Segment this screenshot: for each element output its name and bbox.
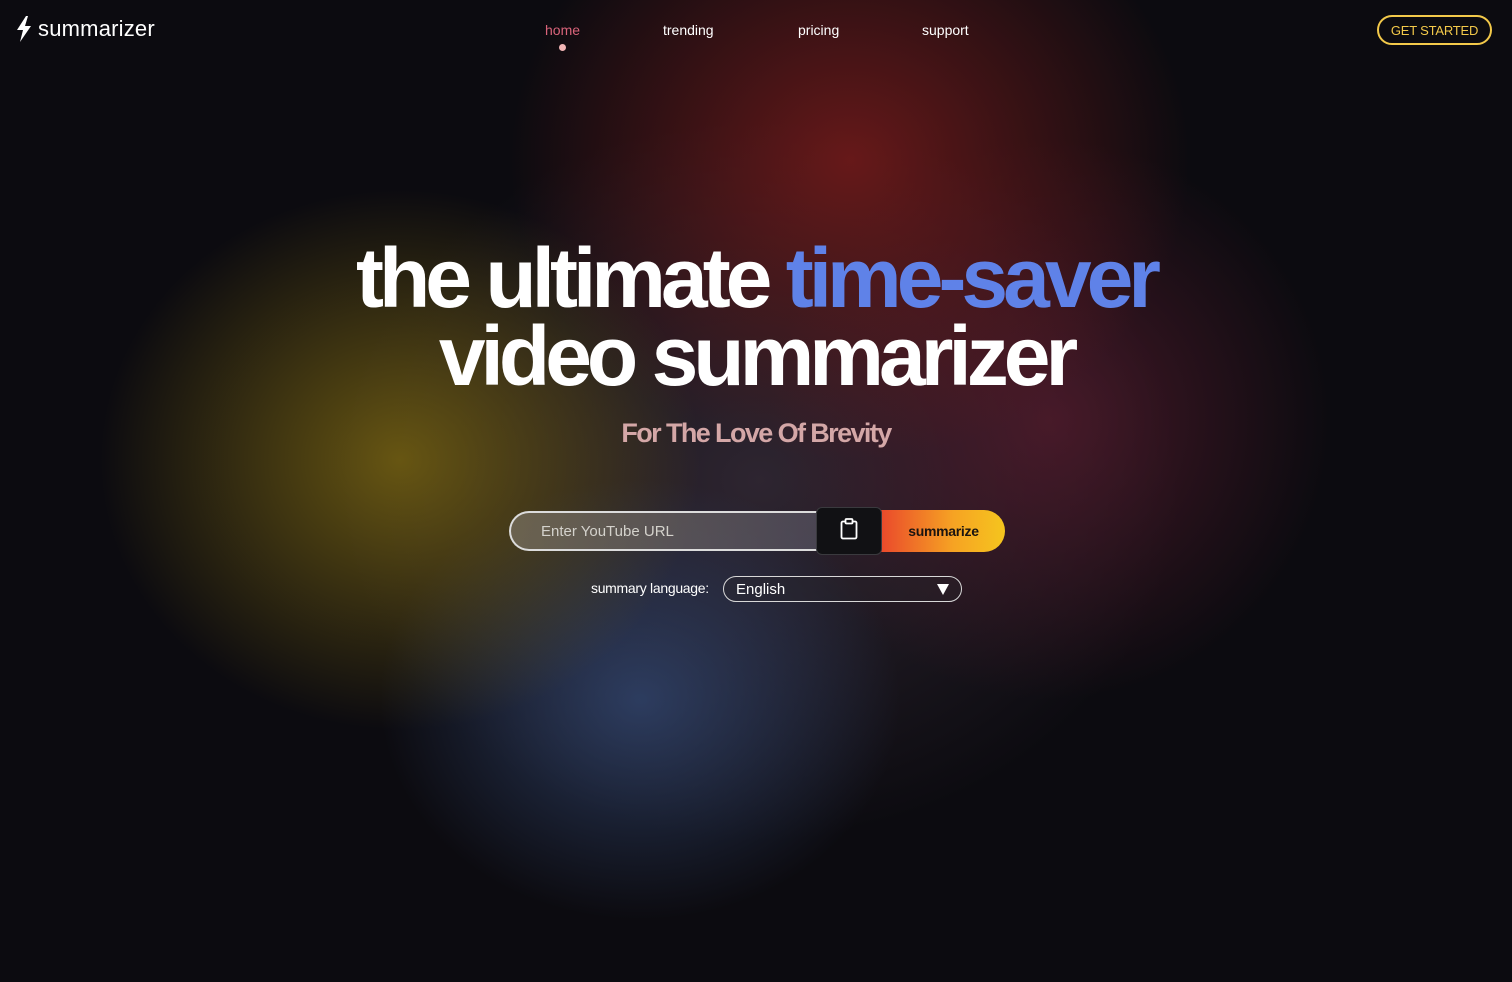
active-indicator-dot	[559, 44, 567, 51]
clipboard-icon	[840, 517, 858, 545]
nav-pricing[interactable]: pricing	[798, 22, 839, 38]
summarize-button-label: summarize	[908, 523, 979, 539]
summarize-button[interactable]: summarize	[876, 510, 1005, 552]
nav-support-label: support	[922, 22, 969, 38]
summary-language-label: summary language:	[591, 580, 709, 596]
hero-headline-line1: the ultimate time-saver	[0, 236, 1512, 320]
nav-trending-label: trending	[663, 22, 714, 38]
lightning-bolt-icon	[14, 15, 34, 43]
nav-support[interactable]: support	[922, 22, 969, 38]
summary-language-value: English	[736, 580, 786, 598]
nav-trending[interactable]: trending	[663, 22, 714, 38]
chevron-down-icon	[937, 583, 949, 595]
paste-button[interactable]	[816, 507, 882, 555]
youtube-url-input[interactable]	[509, 511, 829, 551]
nav-home[interactable]: home	[545, 22, 581, 51]
page: summarizer home trending pricing support…	[0, 0, 1512, 982]
brand-name: summarizer	[38, 16, 155, 41]
nav-pricing-label: pricing	[798, 22, 840, 38]
hero-headline-line2: video summarizer	[438, 309, 1078, 403]
get-started-button[interactable]: GET STARTED	[1377, 15, 1492, 45]
brand-logo[interactable]: summarizer	[14, 15, 155, 43]
get-started-label: GET STARTED	[1390, 22, 1479, 38]
hero-tagline: For The Love Of Brevity	[621, 418, 892, 448]
nav-home-label: home	[545, 22, 581, 38]
summary-language-select[interactable]: English	[723, 576, 962, 602]
